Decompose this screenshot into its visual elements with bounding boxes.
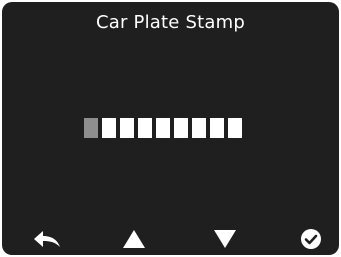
plate-slot[interactable] bbox=[192, 118, 206, 138]
back-button[interactable] bbox=[32, 226, 62, 252]
back-arrow-icon bbox=[34, 231, 60, 247]
plate-slot[interactable] bbox=[120, 118, 134, 138]
plate-slot[interactable] bbox=[210, 118, 224, 138]
down-button[interactable] bbox=[210, 226, 240, 252]
plate-slot[interactable] bbox=[138, 118, 152, 138]
plate-input[interactable] bbox=[84, 118, 242, 138]
plate-slot-active[interactable] bbox=[84, 118, 98, 138]
plate-slot[interactable] bbox=[102, 118, 116, 138]
check-circle-icon bbox=[301, 229, 321, 249]
device-screen: Car Plate Stamp bbox=[2, 2, 339, 255]
triangle-up-icon bbox=[123, 230, 145, 248]
plate-slot[interactable] bbox=[228, 118, 242, 138]
triangle-down-icon bbox=[214, 230, 236, 248]
plate-slot[interactable] bbox=[156, 118, 170, 138]
plate-slot[interactable] bbox=[174, 118, 188, 138]
confirm-button[interactable] bbox=[296, 226, 326, 252]
up-button[interactable] bbox=[119, 226, 149, 252]
screen-title: Car Plate Stamp bbox=[96, 12, 245, 33]
